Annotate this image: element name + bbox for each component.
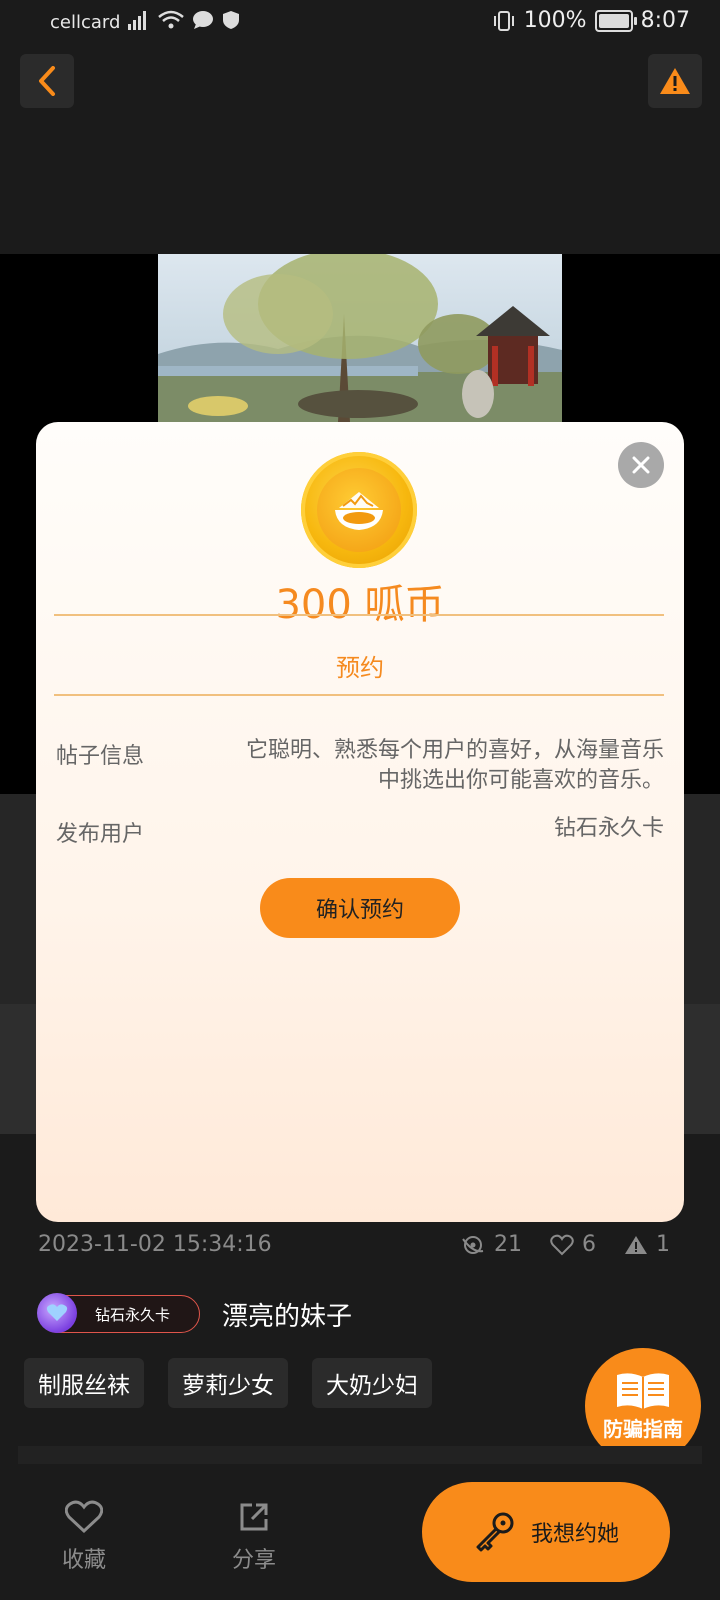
post-photo[interactable]: [158, 254, 562, 422]
battery-fill: [598, 13, 629, 28]
shield-icon: [223, 11, 239, 29]
share-icon: [240, 1503, 268, 1531]
divider: [54, 694, 664, 696]
favorite-tab[interactable]: 收藏: [44, 1498, 124, 1574]
post-meta: 2023-11-02 15:34:16 21 6 1: [38, 1232, 678, 1262]
divider: [18, 1446, 702, 1464]
confirm-booking-button[interactable]: 确认预约: [260, 878, 460, 938]
warning-icon: [660, 68, 690, 94]
post-stats: 21 6 1: [440, 1232, 670, 1257]
heart-icon: [550, 1234, 574, 1255]
status-icons: [128, 10, 240, 30]
reports-count: 1: [656, 1232, 670, 1257]
tag-item[interactable]: 萝莉少女: [168, 1358, 288, 1408]
key-icon: [476, 1512, 514, 1552]
report-button[interactable]: [648, 54, 702, 108]
coin-icon: [301, 452, 417, 568]
anti-scam-guide-label: 防骗指南: [603, 1416, 683, 1441]
book-icon: [617, 1372, 669, 1409]
back-arrow-icon: [39, 66, 55, 96]
request-date-label: 我想约她: [530, 1522, 619, 1547]
close-button[interactable]: [618, 442, 664, 488]
status-right: 100% 8:07: [492, 8, 690, 33]
vip-badge: 钻石永久卡: [37, 1293, 200, 1333]
landscape-image: [158, 254, 562, 422]
tag-item[interactable]: 制服丝袜: [24, 1358, 144, 1408]
signal-icon: [128, 11, 146, 30]
message-icon: [193, 11, 213, 29]
status-bar: cellcard 100% 8:07: [0, 0, 720, 46]
carrier-name: cellcard: [50, 12, 121, 33]
views-stat: 21: [460, 1232, 522, 1257]
coin-amount: 300 呱币: [275, 582, 445, 628]
tag-list: 制服丝袜 萝莉少女 大奶少妇: [24, 1358, 432, 1408]
likes-stat[interactable]: 6: [550, 1232, 596, 1257]
post-info-label: 帖子信息: [56, 744, 145, 769]
battery-icon: [594, 9, 637, 32]
watermelon-icon: [335, 492, 383, 530]
publisher-label: 发布用户: [56, 822, 145, 847]
close-icon: [632, 456, 650, 474]
warning-icon: [625, 1235, 647, 1254]
wifi-icon: [158, 10, 184, 29]
back-button[interactable]: [20, 54, 74, 108]
publisher-value: 钻石永久卡: [553, 816, 664, 841]
views-icon: [462, 1235, 484, 1254]
bottom-bar: 收藏 分享 我想约她: [0, 1464, 720, 1600]
favorite-label: 收藏: [61, 1548, 106, 1573]
vip-badge-label: 钻石永久卡: [95, 1305, 171, 1324]
header: [0, 46, 720, 254]
publisher-row: 钻石永久卡 漂亮的妹子: [37, 1293, 353, 1334]
divider: [54, 614, 664, 616]
heart-icon: [65, 1500, 103, 1534]
battery-percent: 100%: [523, 8, 587, 33]
likes-count: 6: [582, 1232, 596, 1257]
clock: 8:07: [640, 8, 690, 33]
tag-item[interactable]: 大奶少妇: [312, 1358, 432, 1408]
diamond-heart-icon: [37, 1293, 77, 1333]
reports-stat[interactable]: 1: [624, 1232, 670, 1257]
booking-modal: 300 呱币 预约 帖子信息 它聪明、熟悉每个用户的喜好，从海量音乐中挑选出你可…: [36, 422, 684, 1222]
username: 漂亮的妹子: [222, 1301, 353, 1332]
views-count: 21: [494, 1232, 522, 1257]
post-date: 2023-11-02 15:34:16: [38, 1232, 272, 1257]
post-info-value: 它聪明、熟悉每个用户的喜好，从海量音乐中挑选出你可能喜欢的音乐。: [245, 738, 664, 793]
vibrate-icon: [493, 10, 514, 31]
modal-title: 预约: [336, 654, 384, 682]
request-date-button[interactable]: 我想约她: [422, 1482, 670, 1582]
share-label: 分享: [231, 1548, 276, 1573]
share-tab[interactable]: 分享: [214, 1498, 294, 1574]
